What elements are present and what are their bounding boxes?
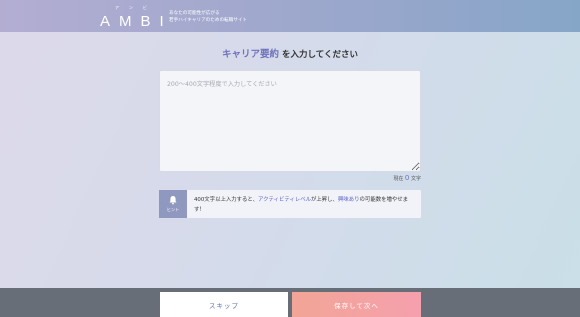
career-summary-textarea[interactable] — [159, 70, 421, 172]
logo-text: AMBI — [100, 13, 173, 30]
hint-highlight-activity-level: アクティビティレベル — [257, 197, 311, 203]
footer-bar — [0, 288, 580, 317]
page-title-accent: キャリア要約 — [222, 49, 280, 60]
counter-value: 0 — [404, 174, 410, 182]
counter-prefix: 現在 — [393, 176, 404, 182]
page-title: キャリア要約 を入力してください — [0, 46, 580, 60]
hint-badge: ヒント — [159, 190, 187, 218]
save-and-next-button[interactable]: 保存して次へ — [292, 292, 421, 317]
hint-highlight-interested: 興味あり — [337, 197, 360, 203]
logo-ruby: アンビ — [115, 5, 157, 10]
counter-suffix: 文字 — [410, 176, 421, 182]
hint-text-1: 400文字以上入力すると、 — [194, 197, 258, 203]
site-tagline: あなたの可能性が広がる 若手ハイキャリアのための転職サイト — [169, 10, 247, 24]
page-title-rest: を入力してください — [281, 50, 358, 60]
hint-badge-label: ヒント — [166, 207, 180, 212]
tagline-line-2: 若手ハイキャリアのための転職サイト — [169, 18, 248, 23]
hint-box: ヒント 400文字以上入力すると、アクティビティレベルが上昇し、興味ありの可能数… — [159, 190, 421, 218]
hint-text-2: が上昇し、 — [310, 197, 338, 203]
bell-icon — [169, 196, 177, 205]
hint-text: 400文字以上入力すると、アクティビティレベルが上昇し、興味ありの可能数を増やせ… — [187, 190, 421, 218]
skip-button[interactable]: スキップ — [160, 292, 288, 317]
character-counter: 現在 0 文字 — [338, 174, 421, 182]
tagline-line-1: あなたの可能性が広がる — [169, 11, 220, 16]
site-header: アンビ AMBI あなたの可能性が広がる 若手ハイキャリアのための転職サイト — [0, 0, 580, 32]
